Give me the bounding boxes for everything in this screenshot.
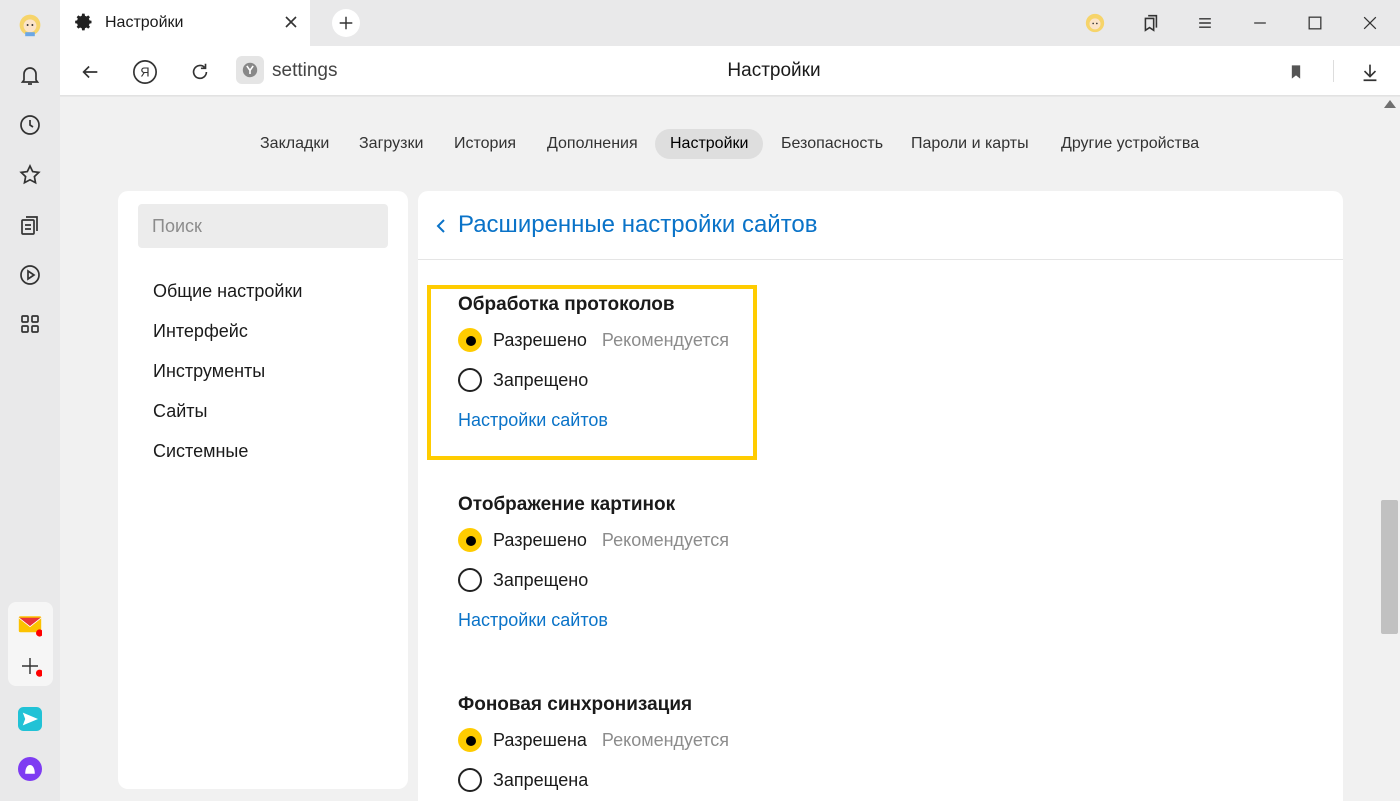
bookmarks-panel-icon[interactable] (1137, 10, 1163, 36)
mail-icon[interactable] (15, 610, 45, 640)
reload-icon (192, 63, 208, 80)
search-input[interactable] (138, 204, 388, 248)
plus-icon (339, 16, 353, 30)
topnav-history[interactable]: История (439, 129, 531, 159)
settings-top-nav: Закладки Загрузки История Дополнения Нас… (60, 129, 1380, 159)
minimize-icon[interactable] (1247, 10, 1273, 36)
profile-avatar-icon[interactable] (1082, 10, 1108, 36)
radio-option-blocked[interactable]: Запрещено (458, 560, 729, 600)
messenger-icon[interactable] (15, 704, 45, 734)
page-title: Расширенные настройки сайтов (458, 211, 818, 238)
address-url[interactable]: settings (272, 60, 337, 82)
menu-item-system[interactable]: Системные (153, 441, 248, 462)
menu-icon[interactable] (1192, 10, 1218, 36)
maximize-icon[interactable] (1302, 10, 1328, 36)
radio-label: Разрешено (493, 529, 587, 550)
radio-unselected[interactable] (458, 768, 482, 792)
site-settings-link[interactable]: Настройки сайтов (458, 400, 608, 440)
settings-page: Закладки Загрузки История Дополнения Нас… (60, 97, 1380, 801)
radio-hint: Рекомендуется (601, 329, 730, 350)
yandex-browser-icon (242, 62, 258, 78)
settings-main-panel: Расширенные настройки сайтов Обработка п… (418, 191, 1343, 801)
alice-icon[interactable] (15, 754, 45, 784)
avatar-icon[interactable] (15, 10, 45, 40)
radio-label: Запрещено (493, 369, 589, 390)
radio-label: Запрещено (493, 569, 589, 590)
radio-option-allowed[interactable]: Разрешено Рекомендуется (458, 520, 729, 560)
plus-icon[interactable] (15, 651, 45, 681)
menu-item-general[interactable]: Общие настройки (153, 281, 302, 302)
bell-icon[interactable] (15, 60, 45, 90)
radio-hint: Рекомендуется (601, 729, 730, 750)
topnav-settings[interactable]: Настройки (655, 129, 764, 159)
arrow-left-icon (82, 65, 98, 79)
back-button[interactable] (76, 58, 104, 86)
new-tab-button[interactable] (332, 9, 360, 37)
section-image-display: Отображение картинок Разрешено Рекоменду… (458, 494, 729, 640)
scrollbar-thumb[interactable] (1381, 500, 1398, 634)
radio-option-blocked[interactable]: Запрещена (458, 760, 729, 800)
menu-item-tools[interactable]: Инструменты (153, 361, 265, 382)
close-icon[interactable] (282, 13, 300, 31)
radio-selected[interactable] (458, 328, 482, 352)
topnav-extensions[interactable]: Дополнения (532, 129, 653, 159)
section-background-sync: Фоновая синхронизация Разрешена Рекоменд… (458, 694, 729, 800)
tab-strip: Настройки (60, 0, 1400, 46)
scroll-up-arrow[interactable] (1384, 100, 1396, 108)
radio-label: Разрешено (493, 329, 587, 350)
section-title: Фоновая синхронизация (458, 694, 693, 715)
browser-sidebar (0, 0, 60, 801)
apps-grid-icon[interactable] (15, 309, 45, 339)
svg-text:Я: Я (140, 65, 149, 80)
downloads-button[interactable] (1356, 58, 1384, 86)
main-header: Расширенные настройки сайтов (418, 191, 1343, 260)
radio-selected[interactable] (458, 728, 482, 752)
radio-unselected[interactable] (458, 368, 482, 392)
topnav-devices[interactable]: Другие устройства (1046, 129, 1214, 159)
radio-option-allowed[interactable]: Разрешена Рекомендуется (458, 720, 729, 760)
section-title: Отображение картинок (458, 494, 676, 515)
chevron-left-icon[interactable] (434, 217, 448, 235)
radio-option-blocked[interactable]: Запрещено (458, 360, 729, 400)
reload-button[interactable] (186, 58, 214, 86)
clock-icon[interactable] (15, 110, 45, 140)
tab-title: Настройки (105, 14, 184, 31)
window-close-icon[interactable] (1357, 10, 1383, 36)
section-title: Обработка протоколов (458, 294, 675, 315)
address-separator (1333, 60, 1334, 82)
tab-settings[interactable]: Настройки (60, 0, 310, 46)
bookmark-button[interactable] (1282, 58, 1310, 86)
radio-hint: Рекомендуется (601, 529, 730, 550)
gear-icon (75, 13, 92, 31)
play-icon[interactable] (15, 260, 45, 290)
menu-item-interface[interactable]: Интерфейс (153, 321, 248, 342)
topnav-downloads[interactable]: Загрузки (344, 129, 438, 159)
settings-left-panel: Общие настройки Интерфейс Инструменты Са… (118, 191, 408, 789)
radio-selected[interactable] (458, 528, 482, 552)
scrollbar-track[interactable] (1380, 97, 1400, 801)
site-settings-link[interactable]: Настройки сайтов (458, 600, 608, 640)
yandex-button[interactable]: Я (131, 58, 159, 86)
site-info-button[interactable] (236, 56, 264, 84)
menu-item-sites[interactable]: Сайты (153, 401, 207, 422)
collections-icon[interactable] (15, 210, 45, 240)
star-icon[interactable] (15, 160, 45, 190)
radio-label: Запрещена (493, 769, 589, 790)
radio-option-allowed[interactable]: Разрешено Рекомендуется (458, 320, 729, 360)
topnav-security[interactable]: Безопасность (766, 129, 898, 159)
topnav-passwords[interactable]: Пароли и карты (896, 129, 1044, 159)
bookmark-icon (1291, 65, 1301, 79)
section-protocol-handling: Обработка протоколов Разрешено Рекоменду… (458, 294, 729, 440)
radio-unselected[interactable] (458, 568, 482, 592)
yandex-logo-icon: Я (133, 60, 157, 84)
download-icon (1363, 64, 1377, 82)
radio-label: Разрешена (493, 729, 587, 750)
topnav-bookmarks[interactable]: Закладки (245, 129, 344, 159)
address-bar: Я settings Настройки (60, 46, 1400, 96)
